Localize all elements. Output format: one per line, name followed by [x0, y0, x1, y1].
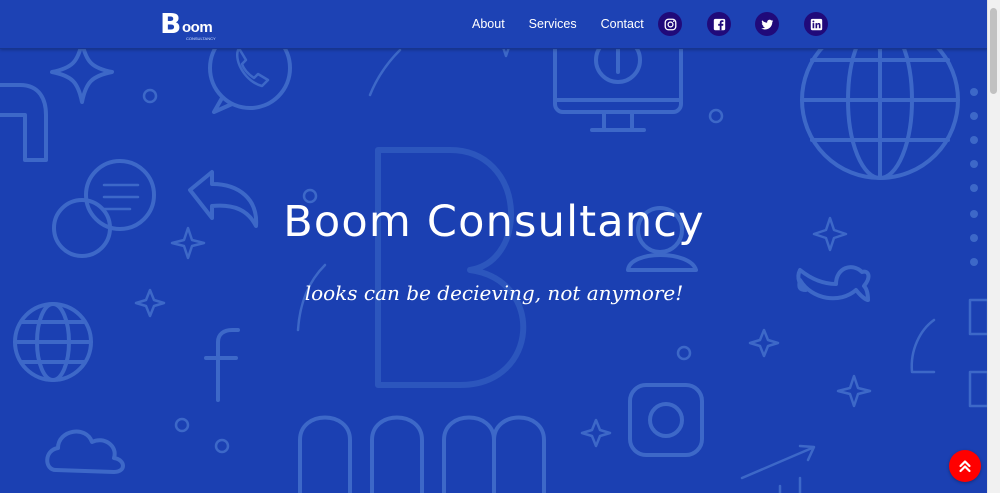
- facebook-button[interactable]: [707, 12, 731, 36]
- logo-mark: B: [160, 7, 182, 40]
- hero-section: B oom CONSULTANCY About Services Contact: [0, 0, 988, 493]
- twitter-button[interactable]: [755, 12, 779, 36]
- instagram-icon: [664, 18, 676, 30]
- scroll-to-top-button[interactable]: [949, 450, 981, 482]
- nav-link-services[interactable]: Services: [529, 17, 577, 31]
- facebook-icon: [713, 18, 725, 30]
- hero-title: Boom Consultancy: [283, 197, 705, 247]
- navbar: B oom CONSULTANCY About Services Contact: [0, 0, 988, 49]
- linkedin-button[interactable]: [804, 12, 828, 36]
- nav-links: About Services Contact: [472, 17, 668, 31]
- logo-subtitle: CONSULTANCY: [186, 36, 216, 41]
- scrollbar-thumb[interactable]: [990, 8, 997, 94]
- linkedin-icon: [810, 18, 822, 30]
- nav-link-about[interactable]: About: [472, 17, 505, 31]
- hero-tagline: looks can be decieving, not anymore!: [304, 281, 684, 305]
- brand-logo[interactable]: B oom CONSULTANCY: [160, 10, 216, 42]
- nav-link-contact[interactable]: Contact: [601, 17, 644, 31]
- page-scrollbar[interactable]: [987, 0, 1000, 493]
- logo-text: oom: [182, 19, 213, 36]
- instagram-button[interactable]: [658, 12, 682, 36]
- twitter-icon: [760, 19, 773, 29]
- double-chevron-up-icon: [959, 460, 971, 473]
